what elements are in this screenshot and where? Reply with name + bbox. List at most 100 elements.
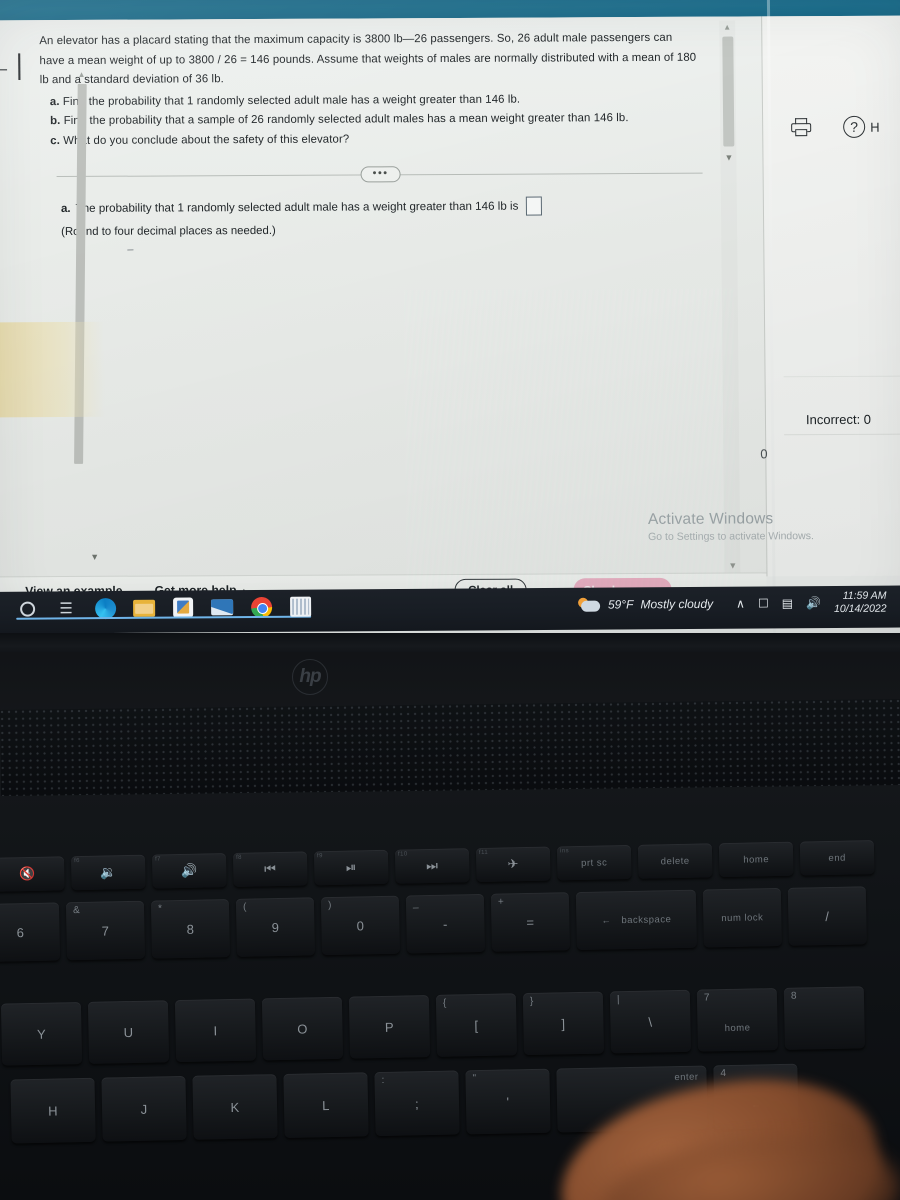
- key-equals[interactable]: + =: [490, 892, 570, 952]
- previous-question-arrow-icon[interactable]: ←∣: [0, 48, 28, 82]
- key-left-bracket[interactable]: {[: [435, 993, 518, 1057]
- right-side-panel: ? H Incorrect: 0 0: [760, 15, 900, 577]
- right-panel-icons: ? H: [791, 115, 880, 138]
- edge-icon[interactable]: [94, 597, 116, 619]
- key-backspace[interactable]: ← backspace: [575, 889, 697, 951]
- key-0[interactable]: ) 0: [320, 895, 401, 956]
- key-8[interactable]: * 8: [150, 899, 231, 959]
- key-delete[interactable]: delete: [637, 843, 713, 879]
- show-hidden-icons-chevron-icon[interactable]: ∧: [736, 597, 745, 611]
- part-c-letter: c.: [50, 135, 61, 148]
- panel-divider-bottom: [784, 433, 900, 436]
- key-numpad-7[interactable]: 7 home: [696, 988, 779, 1052]
- text-cursor: –: [127, 243, 134, 256]
- key-h[interactable]: H: [10, 1077, 96, 1144]
- help-label: H: [870, 119, 880, 135]
- incorrect-count-label: Incorrect: 0: [805, 411, 872, 428]
- key-end[interactable]: end: [799, 840, 875, 876]
- partly-cloudy-icon: [577, 597, 601, 613]
- taskbar-left-icons: ☰: [16, 596, 312, 620]
- onedrive-icon[interactable]: ☐: [758, 596, 769, 610]
- app-icon[interactable]: [289, 596, 311, 618]
- key-u[interactable]: U: [87, 1000, 170, 1064]
- key-airplane-mode[interactable]: f11 ✈: [475, 846, 551, 883]
- page-scroll-thumb[interactable]: [722, 36, 735, 147]
- key-volume-up[interactable]: f7 🔊: [151, 853, 227, 889]
- key-i[interactable]: I: [174, 998, 257, 1063]
- key-volume-down[interactable]: f6 🔉: [70, 854, 146, 891]
- key-j[interactable]: J: [101, 1075, 187, 1142]
- page-scroll-mid-arrow[interactable]: ▼: [724, 153, 733, 163]
- task-view-icon[interactable]: ☰: [55, 597, 77, 619]
- key-quote[interactable]: " ': [465, 1068, 551, 1135]
- inner-scroll-down-arrow[interactable]: ▼: [90, 552, 99, 562]
- key-backslash[interactable]: | \: [609, 989, 692, 1054]
- answer-prompt-row: a. The probability that 1 randomly selec…: [61, 195, 681, 219]
- keyboard-number-row: ^6 &7 *8 (9 )0 _- += ←backspace num lock…: [0, 886, 867, 962]
- key-minus[interactable]: _ -: [405, 893, 485, 954]
- expand-ellipsis-button[interactable]: •••: [360, 166, 401, 183]
- key-numpad-divide[interactable]: /: [787, 886, 867, 946]
- key-9[interactable]: (9: [235, 897, 316, 957]
- part-a-letter: a.: [49, 95, 60, 108]
- key-l[interactable]: L: [283, 1072, 369, 1138]
- hp-logo: hp: [292, 659, 328, 695]
- mail-icon[interactable]: [211, 596, 234, 618]
- key-semicolon[interactable]: :;: [374, 1070, 460, 1137]
- key-o[interactable]: O: [261, 996, 344, 1061]
- question-mark-icon: ?: [843, 115, 866, 138]
- part-b-text: Find the probability that a sample of 26…: [63, 112, 629, 128]
- key-7[interactable]: & 7: [65, 900, 146, 961]
- key-6[interactable]: ^6: [0, 902, 61, 962]
- windows-taskbar: ☰ 59°F Mostly cloudy ∧ ☐ ▤ 🔊 11:59 AM 10…: [0, 585, 900, 634]
- keyboard-letter-row: Y U I O P {[ }] | \ 7 home 8: [0, 986, 865, 1066]
- microsoft-store-icon[interactable]: [172, 596, 194, 618]
- file-explorer-icon[interactable]: [133, 597, 156, 619]
- laptop-screen: Points: 0 of 1 Save ←∣ An elevator has a…: [0, 0, 900, 640]
- zero-fragment: 0: [760, 446, 768, 462]
- part-c-text: What do you conclude about the safety of…: [63, 133, 350, 147]
- inner-scroll-up-arrow[interactable]: ▲: [78, 70, 86, 79]
- key-y[interactable]: Y: [0, 1002, 83, 1066]
- question-paragraph: An elevator has a placard stating that t…: [39, 31, 697, 87]
- key-num-lock[interactable]: num lock: [702, 887, 782, 948]
- key-prev-track[interactable]: f8 ⏮: [232, 851, 308, 887]
- question-text-block: An elevator has a placard stating that t…: [39, 29, 700, 152]
- key-right-bracket[interactable]: }]: [522, 991, 605, 1056]
- volume-icon[interactable]: 🔊: [806, 596, 821, 610]
- key-p[interactable]: P: [348, 995, 431, 1059]
- key-mute[interactable]: f5🔇: [0, 856, 65, 892]
- rounding-hint: (Round to four decimal places as needed.…: [61, 224, 276, 239]
- page-scrollbar[interactable]: ▲ ▼ ▼: [719, 21, 740, 577]
- speaker-grille: [0, 699, 900, 796]
- answer-input[interactable]: [526, 196, 543, 216]
- key-home[interactable]: home: [718, 841, 794, 878]
- answer-letter: a.: [60, 201, 71, 216]
- key-print-screen[interactable]: ins prt sc: [556, 844, 632, 881]
- taskbar-system-tray: 59°F Mostly cloudy ∧ ☐ ▤ 🔊 11:59 AM 10/1…: [577, 589, 900, 617]
- key-k[interactable]: K: [192, 1074, 278, 1140]
- part-b-letter: b.: [50, 115, 61, 128]
- help-button[interactable]: ? H: [843, 115, 880, 138]
- printer-icon[interactable]: [791, 118, 812, 137]
- question-page: ←∣ An elevator has a placard stating tha…: [0, 16, 767, 609]
- laptop-photo: Points: 0 of 1 Save ←∣ An elevator has a…: [0, 0, 900, 1200]
- key-numpad-8[interactable]: 8: [783, 986, 865, 1050]
- key-next-track[interactable]: f10 ⏭: [394, 848, 470, 884]
- clock-time: 11:59 AM: [842, 589, 887, 602]
- page-scroll-up-arrow[interactable]: ▲: [723, 23, 731, 32]
- battery-icon[interactable]: ▤: [782, 596, 793, 610]
- weather-description: Mostly cloudy: [640, 596, 714, 612]
- inner-scroll-thumb[interactable]: [74, 83, 87, 464]
- weather-widget[interactable]: 59°F Mostly cloudy: [577, 596, 714, 613]
- key-play-pause[interactable]: f9 ⏯: [313, 849, 389, 886]
- question-part-c: c. What do you conclude about the safety…: [50, 129, 700, 152]
- section-divider: •••: [56, 165, 703, 184]
- page-scroll-bottom-arrow[interactable]: ▼: [728, 560, 737, 570]
- answer-area: a. The probability that 1 randomly selec…: [61, 195, 682, 256]
- clock[interactable]: 11:59 AM 10/14/2022: [834, 590, 887, 616]
- chrome-icon[interactable]: [16, 596, 312, 620]
- part-a-text: Find the probability that 1 randomly sel…: [62, 93, 521, 108]
- search-icon[interactable]: [16, 598, 38, 620]
- weather-temperature: 59°F: [607, 597, 634, 612]
